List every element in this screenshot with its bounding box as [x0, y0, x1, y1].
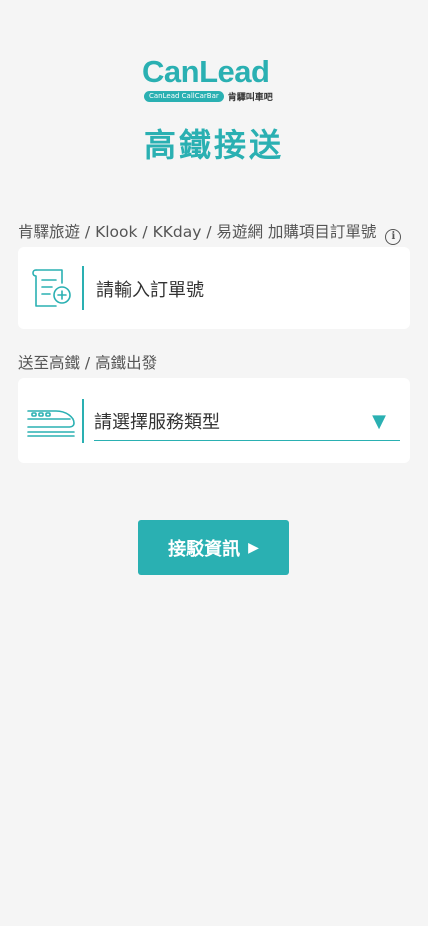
order-document-icon [32, 269, 71, 307]
order-divider [82, 266, 84, 310]
brand-subtitle: 肯驛叫車吧 [227, 93, 273, 103]
order-number-input[interactable] [94, 269, 398, 311]
train-icon [27, 410, 75, 437]
order-card [18, 247, 410, 329]
brand-subline: CanLead CallCarBar 肯驛叫車吧 [144, 90, 273, 103]
brand-pill: CanLead CallCarBar [144, 91, 224, 102]
brand-wordmark: CanLead [142, 54, 270, 89]
service-type-value: 請選擇服務類型 [94, 412, 220, 433]
play-arrow-icon: ▶ [248, 539, 259, 556]
service-divider [82, 399, 84, 443]
brand-logo: CanLead CanLead CallCarBar 肯驛叫車吧 [142, 56, 288, 104]
order-section-label: 肯驛旅遊 / Klook / KKday / 易遊網 加購項目訂單號 i [18, 220, 402, 245]
order-label-text: 肯驛旅遊 / Klook / KKday / 易遊網 加購項目訂單號 [18, 223, 377, 241]
service-type-select[interactable]: 請選擇服務類型 ▼ [94, 402, 400, 441]
info-icon[interactable]: i [385, 229, 402, 245]
shuttle-info-label: 接駁資訊 [168, 538, 241, 560]
shuttle-info-button[interactable]: 接駁資訊 ▶ [138, 520, 289, 575]
service-card: 請選擇服務類型 ▼ [18, 378, 410, 463]
page-title: 高鐵接送 [143, 126, 284, 164]
chevron-down-icon: ▼ [372, 410, 386, 432]
service-section-label: 送至高鐵 / 高鐵出發 [18, 354, 158, 372]
